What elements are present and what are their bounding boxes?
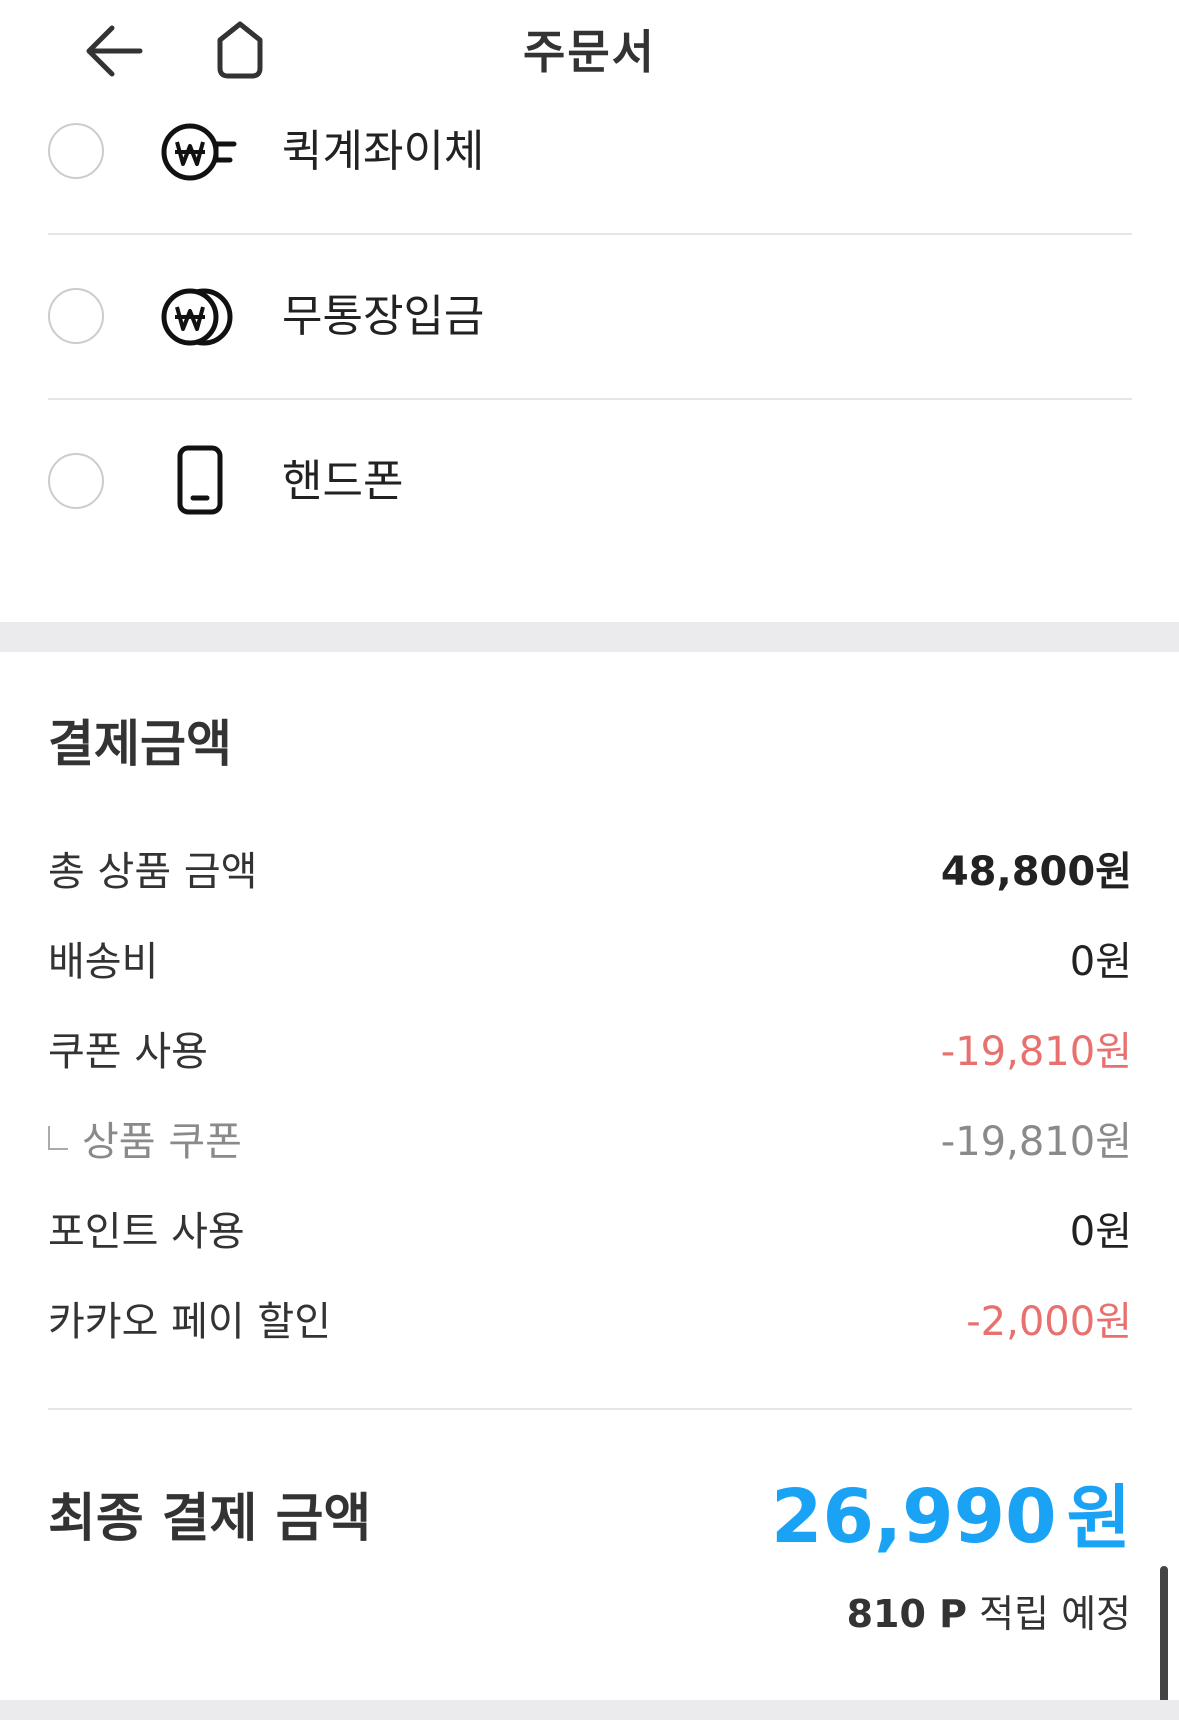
- final-amount: 26,990 원: [771, 1472, 1131, 1563]
- won-transfer-icon: [160, 114, 240, 190]
- final-amount-unit: 원: [1066, 1477, 1131, 1559]
- row-value: -19,810원: [940, 1029, 1132, 1075]
- row-label: 쿠폰 사용: [48, 1029, 208, 1075]
- summary-row-total: 총 상품 금액 48,800원: [48, 842, 1132, 902]
- final-amount-value: 26,990: [771, 1474, 1057, 1560]
- section-separator: [0, 1700, 1179, 1720]
- payment-option-bank-deposit[interactable]: 무통장입금: [48, 235, 1132, 399]
- row-label: 포인트 사용: [48, 1209, 245, 1255]
- payment-label: 무통장입금: [282, 291, 485, 342]
- row-value: 0원: [1069, 1209, 1132, 1255]
- row-value: 0원: [1069, 939, 1132, 985]
- payment-option-mobile[interactable]: 핸드폰: [48, 400, 1132, 564]
- summary-row-shipping: 배송비 0원: [48, 932, 1132, 992]
- row-value: 48,800원: [940, 849, 1132, 895]
- payment-summary-title: 결제금액: [48, 715, 232, 773]
- payment-label: 퀵계좌이체: [282, 126, 485, 177]
- points-value: 810 P: [846, 1592, 967, 1636]
- payment-label: 핸드폰: [282, 456, 404, 507]
- row-label: 배송비: [48, 939, 159, 985]
- row-value: -2,000원: [966, 1299, 1132, 1345]
- points-earn-note: 810 P 적립 예정: [847, 1586, 1131, 1642]
- summary-row-points: 포인트 사용 0원: [48, 1202, 1132, 1262]
- radio-mobile[interactable]: [48, 453, 104, 509]
- summary-row-kakaopay: 카카오 페이 할인 -2,000원: [48, 1292, 1132, 1352]
- row-label: 총 상품 금액: [48, 849, 258, 895]
- summary-row-coupon: 쿠폰 사용 -19,810원: [48, 1022, 1132, 1082]
- row-label: 카카오 페이 할인: [48, 1299, 332, 1345]
- mobile-phone-icon: [160, 444, 240, 520]
- sub-item-mark: [48, 1126, 68, 1150]
- won-coins-icon: [160, 279, 240, 355]
- section-separator: [0, 622, 1179, 652]
- radio-quick-transfer[interactable]: [48, 123, 104, 179]
- row-label: 상품 쿠폰: [82, 1119, 242, 1165]
- payment-option-quick-transfer[interactable]: 퀵계좌이체: [48, 70, 1132, 234]
- radio-bank-deposit[interactable]: [48, 288, 104, 344]
- points-suffix: 적립 예정: [979, 1592, 1131, 1636]
- divider: [48, 1408, 1132, 1410]
- row-value: -19,810원: [940, 1119, 1132, 1165]
- final-amount-label: 최종 결제 금액: [48, 1489, 372, 1549]
- summary-row-product-coupon: 상품 쿠폰 -19,810원: [48, 1112, 1132, 1172]
- scrollbar[interactable]: [1160, 1566, 1168, 1720]
